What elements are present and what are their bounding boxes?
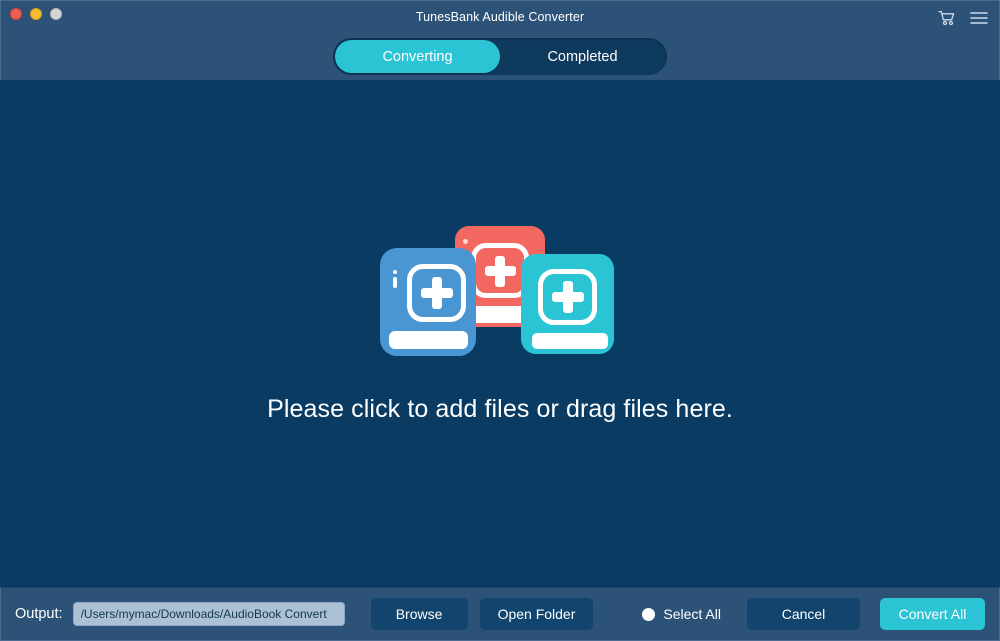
select-all-control[interactable]: Select All [642, 606, 721, 622]
cart-icon[interactable] [937, 9, 957, 27]
book-spine-dot [463, 239, 468, 244]
hamburger-menu-icon[interactable] [969, 9, 989, 27]
book-card-blue [380, 248, 476, 356]
plus-vertical-bar [495, 256, 505, 287]
view-tabs: Converting Completed [333, 38, 667, 75]
convert-all-button[interactable]: Convert All [880, 598, 985, 630]
window-title: TunesBank Audible Converter [415, 10, 585, 24]
output-path-input[interactable] [72, 602, 345, 626]
plus-vertical-bar [563, 281, 573, 313]
book-spine-dot [393, 270, 397, 274]
app-window: TunesBank Audible Converter Converting C… [0, 0, 1000, 641]
main-content: Please click to add files or drag files … [0, 80, 1000, 587]
book-spine-mark [393, 277, 397, 288]
browse-button[interactable]: Browse [370, 598, 468, 630]
plus-vertical-bar [432, 277, 442, 309]
book-page-band [532, 333, 608, 349]
book-page-band [389, 331, 468, 349]
output-label: Output: [15, 606, 63, 622]
book-card-teal [521, 254, 614, 354]
header-actions [937, 9, 989, 27]
bottom-toolbar: Output: Browse Open Folder Select All Ca… [0, 587, 1000, 641]
file-dropzone[interactable]: Please click to add files or drag files … [1, 80, 999, 587]
cancel-button[interactable]: Cancel [747, 598, 860, 630]
dropzone-instruction-text: Please click to add files or drag files … [267, 395, 733, 423]
tab-converting[interactable]: Converting [335, 40, 500, 73]
select-all-radio-icon[interactable] [642, 607, 656, 621]
title-bar: TunesBank Audible Converter Converting C… [0, 0, 1000, 80]
select-all-label: Select All [663, 606, 721, 622]
tab-completed[interactable]: Completed [500, 40, 665, 73]
open-folder-button[interactable]: Open Folder [479, 598, 594, 630]
add-books-illustration [380, 215, 620, 356]
